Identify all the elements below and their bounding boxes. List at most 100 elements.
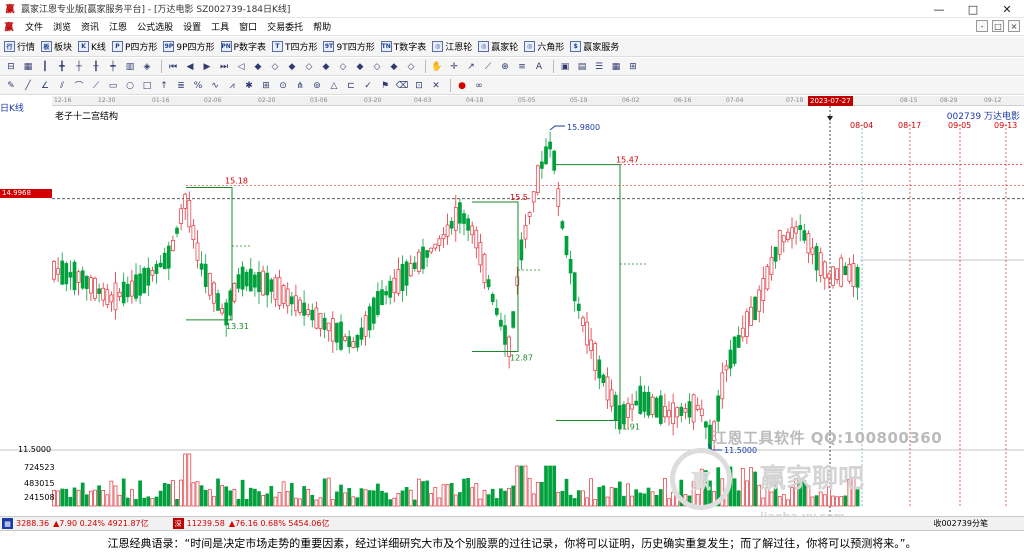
gamepad-icon[interactable]: ⊞: [626, 60, 640, 74]
toolbar-9p-square[interactable]: 9P 9P四方形: [163, 40, 215, 53]
toolbar-gann-wheel[interactable]: ◎ 江恩轮: [432, 40, 472, 53]
last-icon[interactable]: ⏭: [217, 60, 231, 74]
back-icon[interactable]: ◁: [234, 60, 248, 74]
maximize-button[interactable]: □: [956, 0, 990, 18]
doc-icon[interactable]: ▦: [609, 60, 623, 74]
angle-icon[interactable]: ∠: [38, 79, 52, 93]
arc-icon[interactable]: ⌒: [72, 79, 86, 93]
minimize-button[interactable]: —: [922, 0, 956, 18]
gann-box-icon[interactable]: ▭: [106, 79, 120, 93]
diamond-icon[interactable]: ◆: [387, 60, 401, 74]
lock-icon[interactable]: ⊡: [412, 79, 426, 93]
candle-icon[interactable]: ┃: [38, 60, 52, 74]
triangle-icon[interactable]: △: [327, 79, 341, 93]
menu-settings[interactable]: 设置: [178, 20, 206, 33]
pen-icon[interactable]: ✎: [4, 79, 18, 93]
line-icon[interactable]: ╱: [21, 79, 35, 93]
diamond-icon[interactable]: ◆: [319, 60, 333, 74]
delete-icon[interactable]: ✕: [429, 79, 443, 93]
fib-icon[interactable]: ≣: [174, 79, 188, 93]
volume-icon[interactable]: ▥: [123, 60, 137, 74]
diamond-icon[interactable]: ◆: [285, 60, 299, 74]
toolbar-hexagon[interactable]: ◎ 六角形: [524, 40, 564, 53]
candle-icon[interactable]: ╋: [55, 60, 69, 74]
measure-icon[interactable]: ⊏: [344, 79, 358, 93]
toolbar-9t-square[interactable]: 9T 9T四方形: [323, 40, 375, 53]
mdi-close-button[interactable]: ×: [1008, 20, 1020, 32]
mdi-restore-button[interactable]: □: [992, 20, 1004, 32]
target-icon[interactable]: ⊚: [310, 79, 324, 93]
link-icon[interactable]: ∞: [472, 79, 486, 93]
eraser-icon[interactable]: ⌫: [395, 79, 409, 93]
crosshair-icon[interactable]: ✛: [447, 60, 461, 74]
candle-body: [777, 230, 782, 255]
menu-file[interactable]: 文件: [20, 20, 48, 33]
toolbar-quotes[interactable]: 行行情: [4, 40, 35, 53]
toolbar-p-number[interactable]: PN P数字表: [220, 40, 266, 53]
tick-data-label[interactable]: 收002739分笔: [933, 518, 988, 529]
index-sh-icon[interactable]: ▦: [2, 518, 13, 529]
diamond-icon[interactable]: ◇: [336, 60, 350, 74]
menu-tools[interactable]: 工具: [206, 20, 234, 33]
next-icon[interactable]: ▶: [200, 60, 214, 74]
diamond-icon[interactable]: ◆: [251, 60, 265, 74]
menu-formula[interactable]: 公式选股: [132, 20, 178, 33]
toolbar-t-number[interactable]: TN T数字表: [380, 40, 426, 53]
diamond-icon[interactable]: ◆: [353, 60, 367, 74]
first-icon[interactable]: ⏮: [166, 60, 180, 74]
rect-icon[interactable]: □: [140, 79, 154, 93]
diamond-icon[interactable]: ◇: [302, 60, 316, 74]
grid-icon[interactable]: ▦: [21, 60, 35, 74]
grid-lines-icon[interactable]: ⊞: [259, 79, 273, 93]
diamond-icon[interactable]: ◇: [370, 60, 384, 74]
palette-icon[interactable]: ●: [455, 79, 469, 93]
channel-icon[interactable]: ⫽: [55, 79, 69, 93]
calendar-icon[interactable]: ▣: [558, 60, 572, 74]
hand-icon[interactable]: ✋: [430, 60, 444, 74]
toolbar-winner-wheel[interactable]: ◎ 赢家轮: [478, 40, 518, 53]
mark-icon[interactable]: ✓: [361, 79, 375, 93]
menu-gann[interactable]: 江恩: [104, 20, 132, 33]
menu-trade[interactable]: 交易委托: [262, 20, 308, 33]
mdi-minimize-button[interactable]: -: [976, 20, 988, 32]
spiral-icon[interactable]: ⊙: [276, 79, 290, 93]
fork-icon[interactable]: ⋔: [293, 79, 307, 93]
ruler-icon[interactable]: ≡: [515, 60, 529, 74]
diamond-icon[interactable]: ◇: [404, 60, 418, 74]
menu-window[interactable]: 窗口: [234, 20, 262, 33]
line-icon[interactable]: ↗: [464, 60, 478, 74]
date-timeline[interactable]: 12-16 12-30 01-16 02-06 02-20 03-06 03-20 04-03…: [52, 96, 1024, 106]
wave-icon[interactable]: ⩘: [225, 79, 239, 93]
fan-icon[interactable]: ⟋: [481, 60, 495, 74]
toolbar-kline[interactable]: K K线: [78, 40, 106, 53]
close-button[interactable]: ✕: [990, 0, 1024, 18]
diamond-icon[interactable]: ◇: [268, 60, 282, 74]
flag-icon[interactable]: ⚑: [378, 79, 392, 93]
candlestick-chart[interactable]: 08-04 08-17 09-05 09-13 15.18 15.47 15.5 15.980…: [0, 106, 1024, 516]
circle-icon[interactable]: ○: [123, 79, 137, 93]
index-sz-icon[interactable]: 深: [172, 518, 184, 529]
list-icon[interactable]: ☰: [592, 60, 606, 74]
toolbar-service[interactable]: $ 赢家服务: [570, 40, 619, 53]
candle-icon[interactable]: ┼: [72, 60, 86, 74]
cycle-icon[interactable]: ∿: [208, 79, 222, 93]
volume-bar: [64, 488, 69, 507]
menu-info[interactable]: 资讯: [76, 20, 104, 33]
percent-icon[interactable]: %: [191, 79, 205, 93]
arrow-icon[interactable]: ↑: [157, 79, 171, 93]
gift-icon[interactable]: ⊕: [498, 60, 512, 74]
toolbar-p-square[interactable]: P P四方形: [111, 40, 157, 53]
star-icon[interactable]: ✱: [242, 79, 256, 93]
candle-icon[interactable]: ┿: [106, 60, 120, 74]
chart-type-icon[interactable]: ◈: [140, 60, 154, 74]
prev-icon[interactable]: ◀: [183, 60, 197, 74]
menu-help[interactable]: 帮助: [308, 20, 336, 33]
gann-fan-icon[interactable]: ⟋: [89, 79, 103, 93]
menu-browse[interactable]: 浏览: [48, 20, 76, 33]
toolbar-sector[interactable]: 板板块: [41, 40, 72, 53]
text-icon[interactable]: A: [532, 60, 546, 74]
period-icon[interactable]: ⊟: [4, 60, 18, 74]
table-icon[interactable]: ▤: [575, 60, 589, 74]
toolbar-t-square[interactable]: T T四方形: [271, 40, 317, 53]
candle-icon[interactable]: ╂: [89, 60, 103, 74]
